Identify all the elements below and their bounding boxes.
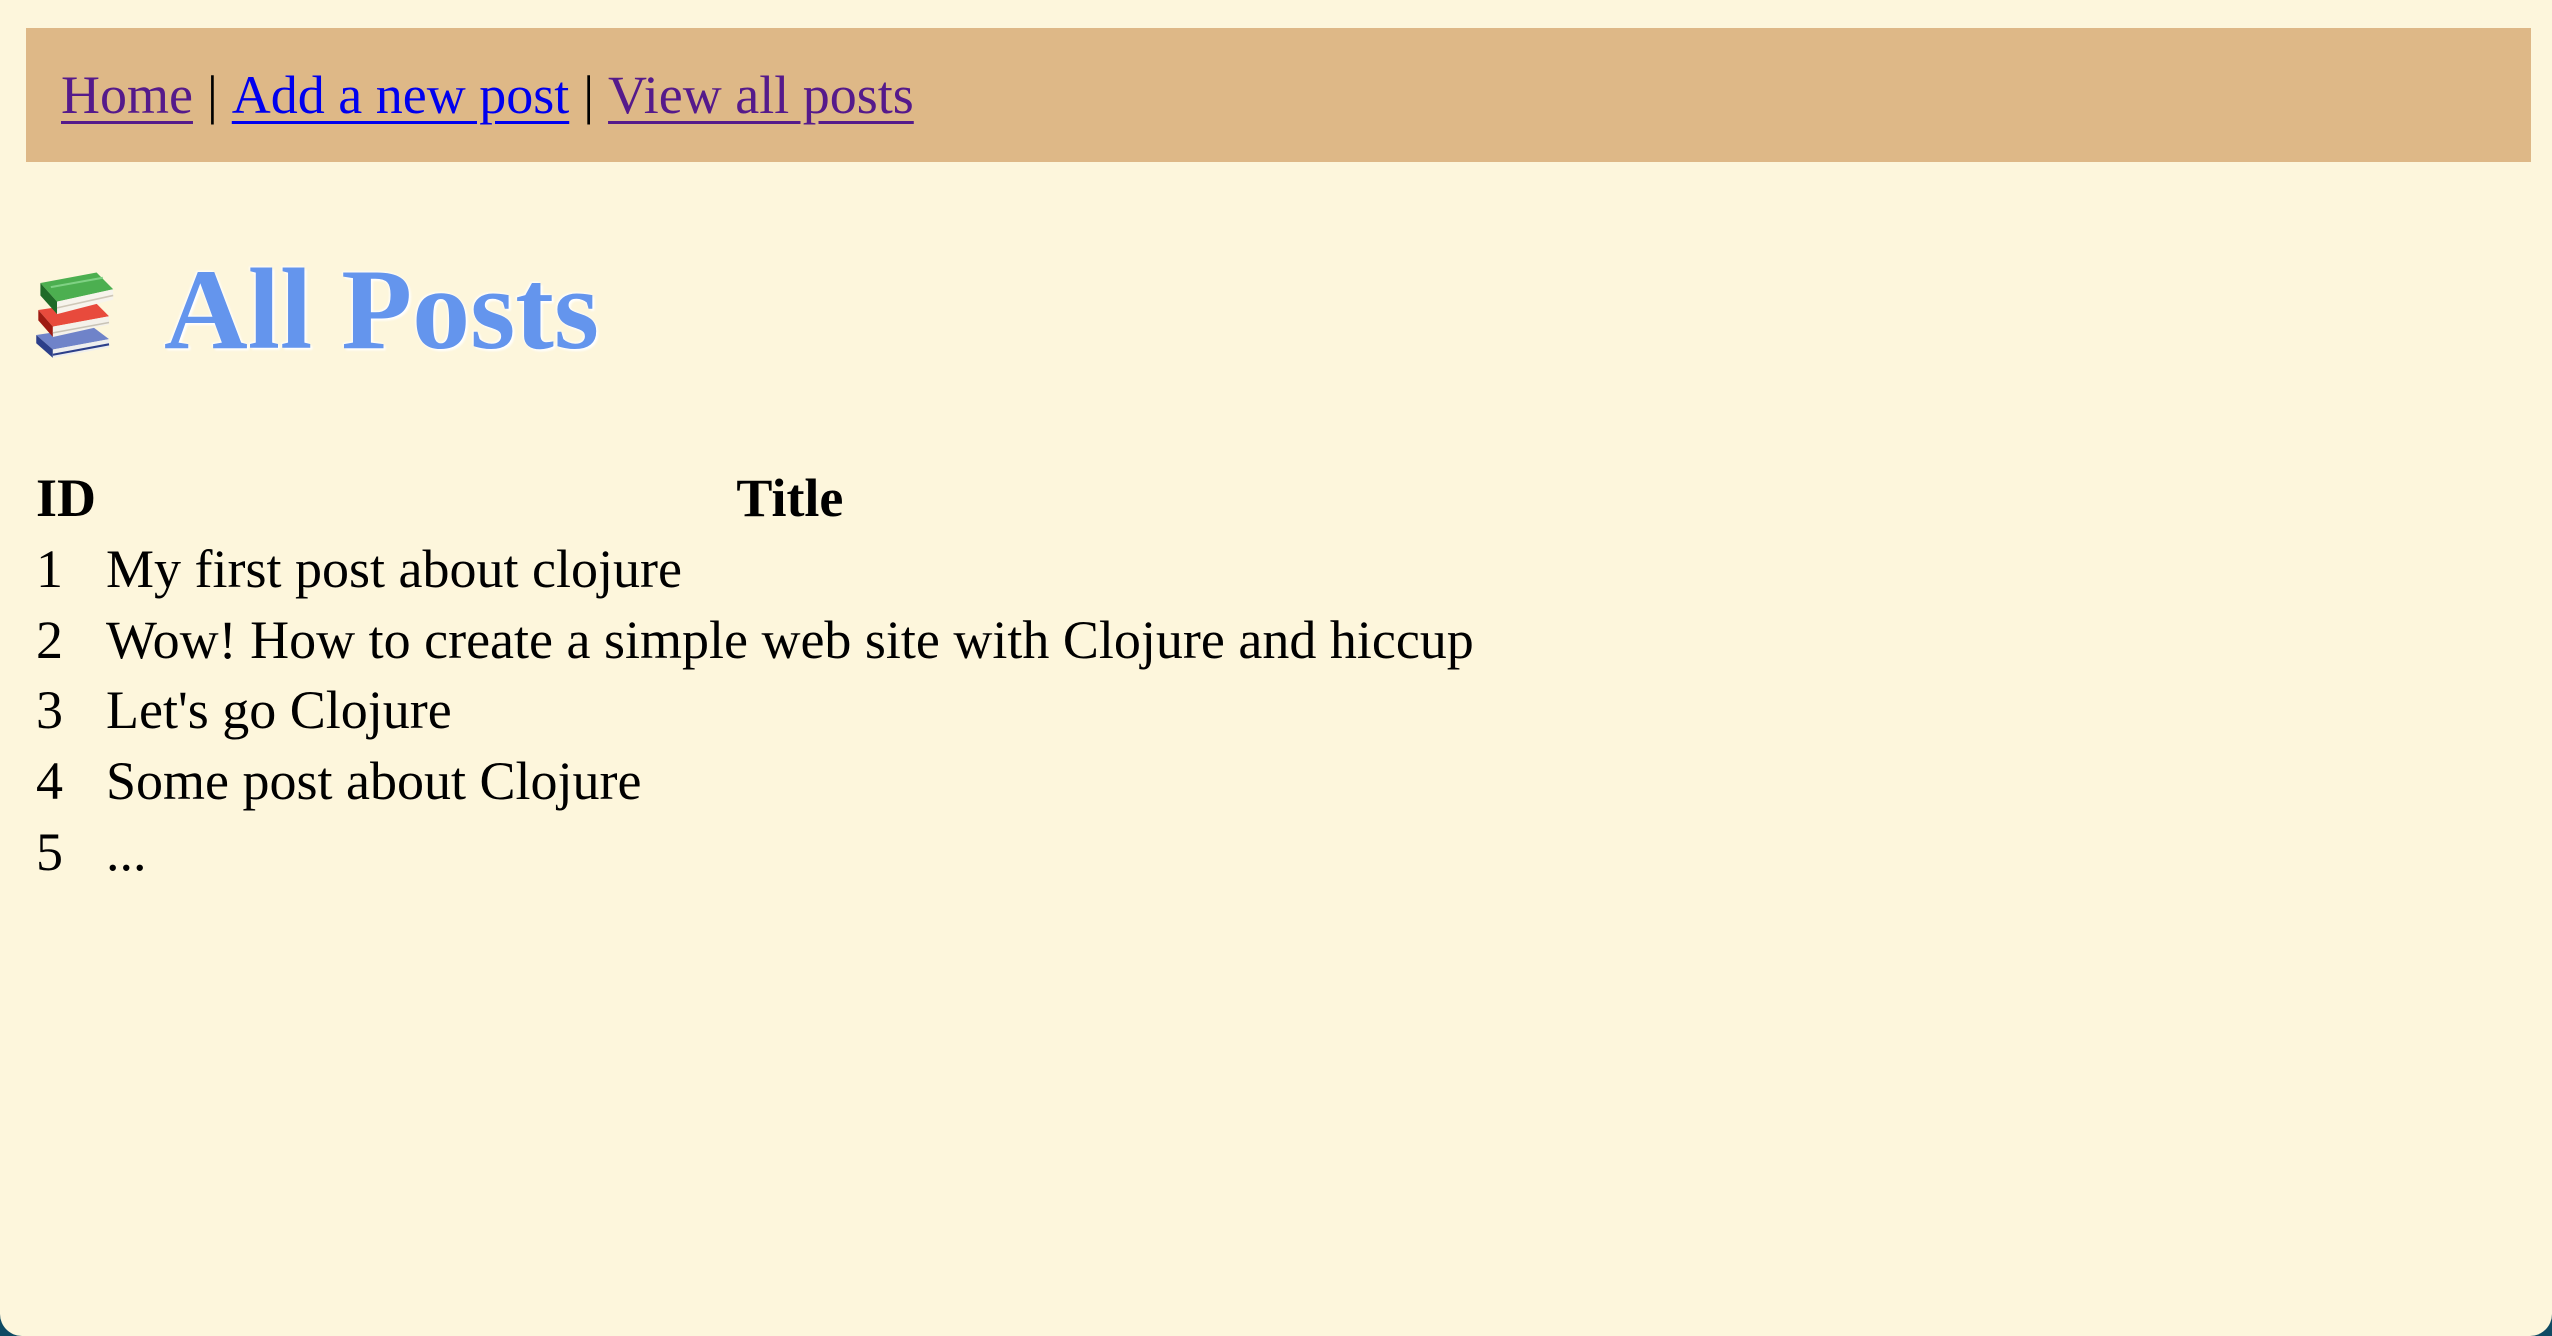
- page-title: All Posts: [164, 246, 599, 374]
- table-row: 4 Some post about Clojure: [36, 749, 1474, 814]
- table-row: 1 My first post about clojure: [36, 537, 1474, 602]
- post-id: 3: [36, 680, 63, 741]
- post-id: 1: [36, 538, 63, 599]
- nav-view-all-posts-link[interactable]: View all posts: [608, 68, 914, 122]
- post-id: 5: [36, 821, 63, 882]
- post-id: 4: [36, 751, 63, 812]
- table-header-row: ID Title: [36, 466, 1474, 531]
- page: Home | Add a new post | View all posts A…: [0, 0, 2552, 1336]
- table-row: 5 ...: [36, 820, 1474, 885]
- nav-separator: |: [583, 65, 595, 125]
- post-title: Some post about Clojure: [106, 751, 642, 812]
- column-header-id: ID: [36, 468, 97, 528]
- post-title: My first post about clojure: [106, 538, 682, 599]
- navbar: Home | Add a new post | View all posts: [26, 28, 2531, 162]
- table-row: 2 Wow! How to create a simple web site w…: [36, 608, 1474, 673]
- column-header-title: Title: [736, 468, 844, 528]
- books-icon: [36, 272, 114, 358]
- nav-home-link[interactable]: Home: [61, 68, 193, 122]
- post-id: 2: [36, 609, 63, 670]
- posts-table: ID Title 1 My first post about clojure 2…: [26, 460, 1484, 891]
- table-row: 3 Let's go Clojure: [36, 678, 1474, 743]
- post-title: Wow! How to create a simple web site wit…: [106, 609, 1474, 670]
- post-title: Let's go Clojure: [106, 680, 452, 741]
- nav-add-post-link[interactable]: Add a new post: [232, 68, 569, 122]
- nav-separator: |: [206, 65, 218, 125]
- page-heading: All Posts: [30, 245, 599, 375]
- post-title: ...: [106, 821, 147, 882]
